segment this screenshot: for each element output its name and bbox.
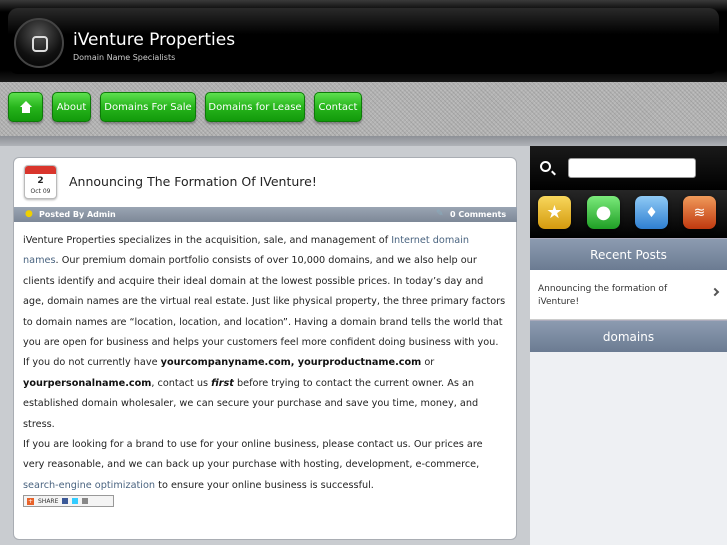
chat-icon[interactable]: ● bbox=[587, 196, 620, 229]
seo-link[interactable]: search-engine optimization bbox=[23, 480, 155, 491]
calendar-header bbox=[25, 166, 56, 174]
home-icon bbox=[19, 101, 32, 113]
post-text: If you are looking for a brand to use fo… bbox=[23, 439, 483, 471]
search-icon[interactable] bbox=[540, 161, 551, 172]
site-title[interactable]: iVenture Properties bbox=[73, 30, 235, 50]
domains-heading: domains bbox=[530, 320, 727, 352]
site-tagline: Domain Name Specialists bbox=[73, 53, 176, 62]
nav-contact-button[interactable]: Contact bbox=[314, 92, 362, 122]
nav-domains-for-lease-button[interactable]: Domains for Lease bbox=[205, 92, 305, 122]
nav-domains-for-sale-button[interactable]: Domains For Sale bbox=[100, 92, 196, 122]
post-text: or bbox=[421, 357, 435, 369]
post-body: iVenture Properties specializes in the a… bbox=[23, 231, 507, 496]
post-date-day: 2 bbox=[37, 176, 44, 186]
recent-post-link[interactable]: Announcing the formation of iVenture! bbox=[538, 283, 698, 309]
nav-home-button[interactable] bbox=[8, 92, 43, 122]
post-date-month: Oct 09 bbox=[30, 188, 51, 195]
twitter-icon bbox=[72, 498, 79, 504]
share-button[interactable]: + SHARE bbox=[23, 495, 114, 507]
star-icon[interactable]: ★ bbox=[538, 196, 571, 229]
post-title[interactable]: Announcing The Formation Of IVenture! bbox=[69, 174, 317, 189]
first-emphasis: first bbox=[211, 377, 234, 389]
post-author: Posted By Admin bbox=[39, 210, 116, 219]
post-text: . Our premium domain portfolio consists … bbox=[23, 255, 506, 369]
logo-square-icon bbox=[32, 36, 48, 52]
facebook-icon bbox=[62, 498, 69, 504]
post-text: iVenture Properties specializes in the a… bbox=[23, 235, 392, 246]
share-plus-icon: + bbox=[27, 497, 34, 505]
rss-icon[interactable]: ≋ bbox=[683, 196, 716, 229]
nav-about-button[interactable]: About bbox=[52, 92, 91, 122]
author-icon: ● bbox=[25, 209, 33, 219]
calendar-icon: 2 Oct 09 bbox=[24, 165, 57, 199]
nav-divider bbox=[0, 136, 727, 146]
post-comments-link[interactable]: 0 Comments bbox=[450, 210, 506, 219]
site-logo[interactable] bbox=[14, 18, 64, 68]
bell-icon[interactable]: ♦ bbox=[635, 196, 668, 229]
post-text: to ensure your online business is succes… bbox=[155, 479, 374, 491]
recent-posts-heading: Recent Posts bbox=[530, 238, 727, 270]
example-domains-bold: yourcompanyname.com, yourproductname.com bbox=[160, 357, 422, 369]
example-personal-domain-bold: yourpersonalname.com bbox=[23, 377, 152, 389]
email-icon bbox=[82, 498, 89, 504]
search-input[interactable] bbox=[568, 158, 696, 178]
comment-icon: ✎ bbox=[436, 209, 444, 219]
share-label: SHARE bbox=[38, 497, 59, 505]
post-text: , contact us bbox=[151, 377, 212, 389]
